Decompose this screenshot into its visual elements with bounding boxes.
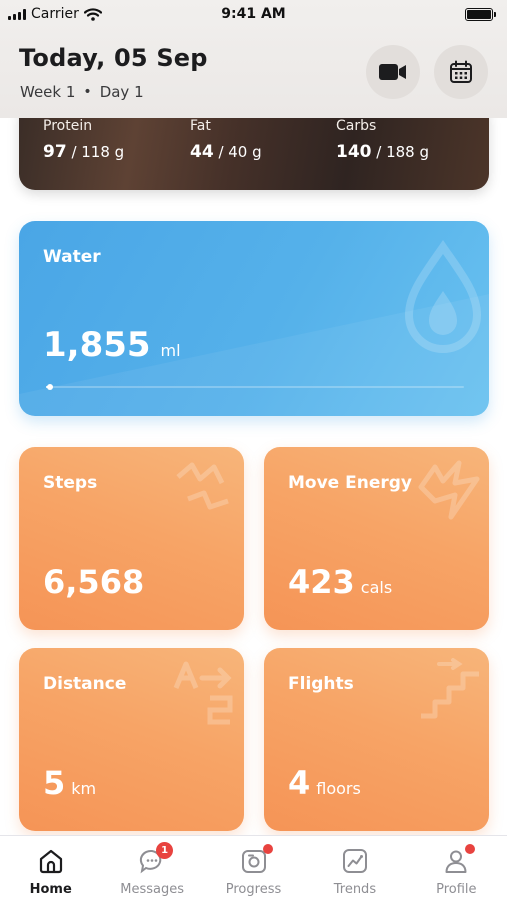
tab-progress[interactable]: Progress (203, 836, 304, 900)
water-unit: ml (160, 341, 181, 360)
progress-dot-badge (262, 844, 273, 854)
water-drop-icon (404, 239, 482, 353)
water-title: Water (43, 247, 101, 267)
macro-target: / 118 g (66, 143, 125, 161)
distance-unit: km (71, 779, 97, 798)
flights-title: Flights (288, 674, 354, 694)
video-button[interactable] (366, 45, 420, 99)
tab-home[interactable]: Home (0, 836, 101, 900)
calendar-button[interactable] (434, 45, 488, 99)
macro-fat: Fat 44 / 40 g (190, 118, 262, 162)
macro-protein: Protein 97 / 118 g (43, 118, 124, 162)
tab-trends[interactable]: Trends (304, 836, 405, 900)
stairs-icon (421, 658, 479, 719)
camera-icon (241, 850, 266, 873)
distance-card[interactable]: Distance 5 km (19, 648, 244, 831)
video-camera-icon (379, 64, 406, 80)
tab-label: Home (29, 882, 72, 897)
macro-value: 97 (43, 142, 67, 162)
distance-value: 5 km (43, 764, 96, 802)
macro-target: / 40 g (213, 143, 262, 161)
flights-amount: 4 (288, 764, 311, 802)
move-energy-amount: 423 (288, 563, 355, 601)
profile-dot-badge (465, 844, 476, 854)
battery-icon (465, 7, 496, 21)
separator: • (83, 84, 92, 100)
page-title: Today, 05 Sep (19, 44, 208, 72)
steps-icon (176, 462, 229, 510)
move-energy-title: Move Energy (288, 473, 413, 493)
macro-value: 44 (190, 142, 214, 162)
steps-amount: 6,568 (43, 563, 145, 601)
tab-bar: Home 1 Messages Progress Trends Profile (0, 835, 507, 900)
water-card[interactable]: Water 1,855 ml (19, 221, 489, 416)
macro-carbs: Carbs 140 / 188 g (336, 118, 429, 162)
distance-icon (173, 661, 233, 725)
steps-title: Steps (43, 473, 98, 493)
calendar-icon (450, 60, 472, 83)
macro-label: Fat (190, 118, 211, 134)
steps-card[interactable]: Steps 6,568 (19, 447, 244, 630)
tab-label: Messages (120, 882, 184, 897)
flights-card[interactable]: Flights 4 floors (264, 648, 489, 831)
move-energy-unit: cals (360, 578, 393, 597)
messages-badge: 1 (156, 842, 174, 859)
distance-title: Distance (43, 674, 127, 694)
macro-label: Carbs (336, 118, 377, 134)
home-icon (39, 849, 62, 874)
tab-profile[interactable]: Profile (406, 836, 507, 900)
flights-value: 4 floors (288, 764, 361, 802)
tab-messages[interactable]: 1 Messages (101, 836, 202, 900)
week-label: Week 1 (20, 83, 76, 101)
status-time: 9:41 AM (221, 6, 286, 22)
water-value: 1,855 ml (43, 325, 181, 365)
energy-icon (418, 460, 480, 520)
flights-unit: floors (316, 779, 361, 798)
tab-label: Trends (333, 882, 377, 897)
week-day-label: Week 1 • Day 1 (20, 83, 144, 101)
macro-target: / 188 g (371, 143, 430, 161)
tab-label: Profile (436, 882, 477, 897)
steps-value: 6,568 (43, 563, 144, 601)
tab-label: Progress (225, 882, 282, 897)
day-label: Day 1 (99, 83, 144, 101)
move-energy-value: 423 cals (288, 563, 392, 601)
macro-value: 140 (336, 142, 372, 162)
water-progress-track[interactable] (46, 384, 464, 390)
trend-icon (342, 849, 367, 873)
distance-amount: 5 (43, 764, 66, 802)
move-energy-card[interactable]: Move Energy 423 cals (264, 447, 489, 630)
status-bar: Carrier 9:41 AM (0, 0, 507, 28)
macro-label: Protein (43, 118, 93, 134)
water-amount: 1,855 (43, 325, 151, 365)
